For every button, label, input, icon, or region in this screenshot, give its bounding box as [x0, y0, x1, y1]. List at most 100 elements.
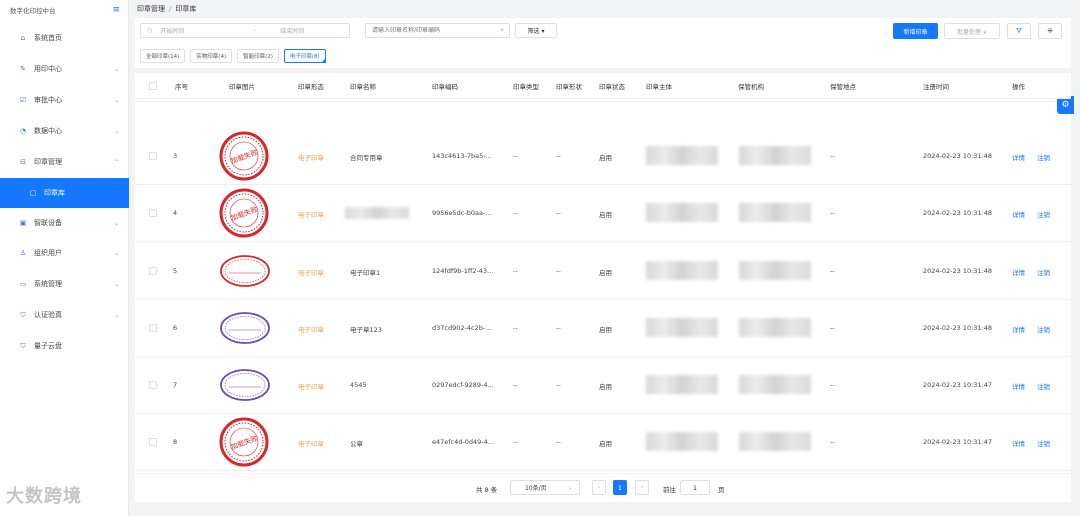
- tab-smart-seals[interactable]: 智能印章(2): [237, 49, 279, 63]
- sidebar-item-monitor[interactable]: ▭ 系统管理 ⌄: [0, 269, 129, 299]
- seal-image[interactable]: 加载失败: [219, 131, 269, 183]
- tab-electronic-seals[interactable]: 电子印章(8): [283, 49, 326, 63]
- detail-link[interactable]: 详情: [1012, 209, 1025, 219]
- seal-owner-redacted: [646, 261, 718, 280]
- detail-link[interactable]: 详情: [1012, 152, 1025, 162]
- seal-code: 143c4613-7ba5-...: [432, 152, 492, 160]
- column-filter-icon[interactable]: ⛛: [1007, 23, 1031, 39]
- sidebar-item-device[interactable]: ▣ 智联设备 ⌄: [0, 208, 129, 238]
- search-box[interactable]: ⌕: [365, 23, 510, 38]
- sidebar-item-home[interactable]: ⌂ 系统首页: [0, 23, 129, 53]
- breadcrumb-separator: /: [169, 5, 172, 13]
- seal-image[interactable]: 加载失败: [219, 188, 269, 240]
- filter-dropdown-button[interactable]: 筛选 ▾: [515, 23, 557, 38]
- row-checkbox[interactable]: [149, 267, 157, 275]
- cancel-link[interactable]: 注销: [1037, 152, 1050, 162]
- table-row[interactable]: 8 加载失败 电子印章 公章 e47efc4d-0d49-4... -- -- 启用 -- 202…: [135, 414, 1071, 471]
- page-size-select[interactable]: 10条/页 ⌄: [510, 480, 580, 495]
- custody-location: --: [830, 267, 835, 275]
- cancel-link[interactable]: 注销: [1037, 209, 1050, 219]
- chevron-icon: ⌄: [113, 219, 119, 227]
- stamp-icon: ✎: [20, 65, 26, 73]
- custody-org-redacted: [739, 432, 811, 451]
- register-time: 2024-02-23 10:31:48: [923, 324, 993, 332]
- date-range-picker[interactable]: ◷ 开始时间 - 结束时间: [140, 23, 350, 38]
- row-checkbox[interactable]: [149, 381, 157, 389]
- date-range-dash: -: [254, 27, 257, 34]
- sidebar-item-cloud-disk[interactable]: ⛉ 量子云盘: [0, 331, 129, 361]
- seal-image[interactable]: 加载失败: [219, 417, 269, 469]
- goto-page-input[interactable]: 1: [680, 480, 710, 495]
- seal-form: 电子印章: [298, 440, 324, 448]
- sidebar-item-verify[interactable]: ⛉ 认证验真 ⌄: [0, 300, 129, 330]
- tab-all-seals[interactable]: 全部印章(14): [140, 49, 186, 63]
- sidebar-item-seal-library[interactable]: ▢ 印章库: [0, 178, 129, 208]
- sidebar-item-seal-manage[interactable]: ⊟ 印章管理 ⌃: [0, 147, 129, 177]
- end-date-input[interactable]: 结束时间: [280, 26, 304, 35]
- seal-code: 9956e5dc-b0aa-...: [432, 209, 492, 217]
- select-all-checkbox[interactable]: [149, 82, 157, 90]
- seal-code: e47efc4d-0d49-4...: [432, 438, 494, 446]
- sidebar-item-user[interactable]: ♙ 组织用户 ⌄: [0, 238, 129, 268]
- sidebar-item-approval[interactable]: ☑ 审批中心 ⌄: [0, 85, 129, 115]
- cancel-link[interactable]: 注销: [1037, 381, 1050, 391]
- sidebar-item-label: 数据中心: [34, 127, 62, 135]
- custody-location: --: [830, 324, 835, 332]
- sidebar-item-label: 量子云盘: [34, 342, 62, 350]
- seal-name: 电子印章1: [350, 269, 381, 277]
- breadcrumb-parent[interactable]: 印章管理: [137, 5, 165, 13]
- search-input[interactable]: [372, 27, 492, 34]
- col-custody-location: 保管地点: [830, 83, 856, 91]
- table-row[interactable]: 3 加载失败 电子印章 合同专用章 143c4613-7ba5-... -- -- 启用 -- 2…: [135, 128, 1071, 185]
- seal-name: 4545: [350, 381, 367, 389]
- custody-org-redacted: [739, 203, 811, 222]
- add-seal-button[interactable]: 新增印章: [893, 23, 938, 39]
- seal-shape: --: [556, 381, 561, 389]
- seal-shape: --: [556, 438, 561, 446]
- seal-name: 电子章123: [350, 326, 382, 334]
- home-icon: ⌂: [20, 34, 26, 42]
- detail-link[interactable]: 详情: [1012, 438, 1025, 448]
- detail-link[interactable]: 详情: [1012, 267, 1025, 277]
- seal-image[interactable]: [219, 254, 271, 290]
- grid-view-icon[interactable]: ⁜: [1038, 23, 1062, 39]
- page-current-button[interactable]: 1: [613, 480, 627, 495]
- col-seal-type: 印章类型: [513, 83, 539, 91]
- cancel-link[interactable]: 注销: [1037, 438, 1050, 448]
- table-row[interactable]: 5 电子印章 电子印章1 124fdf9b-1ff2-43... -- -- 启用 -- 202…: [135, 243, 1071, 300]
- cancel-link[interactable]: 注销: [1037, 267, 1050, 277]
- row-checkbox[interactable]: [149, 438, 157, 446]
- sidebar-item-data[interactable]: ◔ 数据中心 ⌄: [0, 116, 129, 146]
- seal-form: 电子印章: [298, 269, 324, 277]
- prev-page-button[interactable]: ‹: [592, 480, 606, 495]
- start-date-input[interactable]: 开始时间: [160, 26, 230, 35]
- seal-shape: --: [556, 152, 561, 160]
- seal-image[interactable]: [219, 311, 271, 347]
- batch-process-button[interactable]: 批量处理 ∨: [944, 23, 1000, 39]
- row-checkbox[interactable]: [149, 209, 157, 217]
- tab-physical-seals[interactable]: 实物印章(4): [190, 49, 233, 63]
- table-row[interactable]: 6 电子印章 电子章123 d37cd902-4c2b-... -- -- 启用 -- 2024…: [135, 300, 1071, 357]
- custody-location: --: [830, 209, 835, 217]
- chevron-down-icon: ⌄: [567, 484, 573, 491]
- row-checkbox[interactable]: [149, 152, 157, 160]
- next-page-button[interactable]: ›: [635, 480, 649, 495]
- search-icon[interactable]: ⌕: [500, 26, 504, 35]
- seal-image[interactable]: [219, 368, 271, 404]
- detail-link[interactable]: 详情: [1012, 381, 1025, 391]
- row-checkbox[interactable]: [149, 324, 157, 332]
- sidebar-item-stamp[interactable]: ✎ 用印中心 ⌄: [0, 54, 129, 84]
- col-seal-name: 印章名称: [350, 83, 376, 91]
- register-time: 2024-02-23 10:31:48: [923, 267, 993, 275]
- cancel-link[interactable]: 注销: [1037, 324, 1050, 334]
- chevron-icon: ⌃: [113, 158, 119, 166]
- table-row[interactable]: 7 电子印章 4545 0297edcf-9289-4... -- -- 启用 -- 2024-…: [135, 357, 1071, 414]
- detail-link[interactable]: 详情: [1012, 324, 1025, 334]
- seal-status: 启用: [599, 269, 612, 277]
- table-row[interactable]: 4 加载失败 电子印章 9956e5dc-b0aa-... -- -- 启用 -- 2024-0…: [135, 185, 1071, 242]
- menu-toggle-icon[interactable]: ≡: [112, 5, 120, 15]
- seal-owner-redacted: [646, 203, 718, 222]
- seal-type: --: [513, 324, 518, 332]
- seal-owner-redacted: [646, 146, 718, 165]
- seal-code: d37cd902-4c2b-...: [432, 324, 492, 332]
